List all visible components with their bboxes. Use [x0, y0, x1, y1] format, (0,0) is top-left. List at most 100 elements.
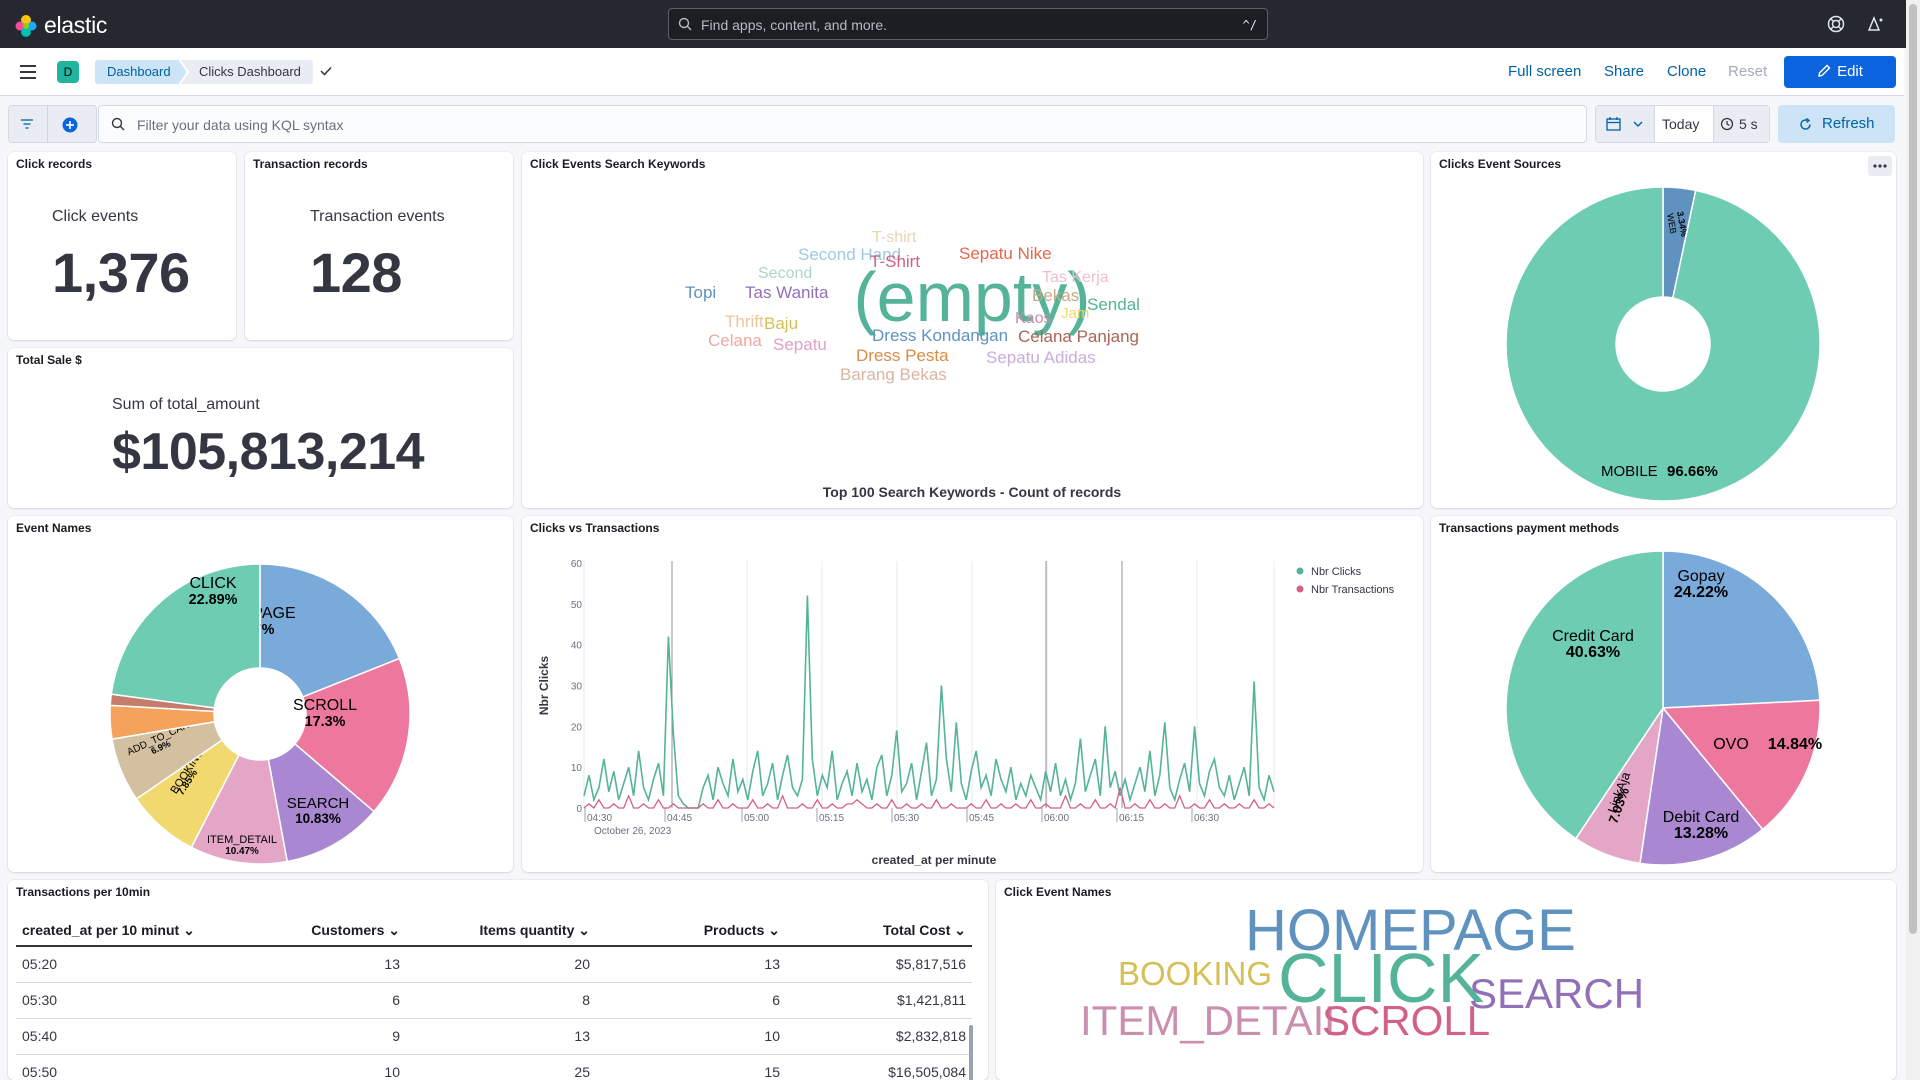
- cell-total-cost: $1,421,811: [786, 982, 972, 1019]
- global-search[interactable]: Find apps, content, and more. ^/: [668, 8, 1268, 40]
- metric-label: Transaction events: [310, 208, 445, 225]
- metric-label: Click events: [52, 208, 139, 225]
- date-range-label[interactable]: Today: [1662, 116, 1699, 132]
- filter-icon[interactable]: [20, 118, 34, 130]
- cell-time: 05:40: [16, 1018, 216, 1055]
- refresh-interval[interactable]: 5 s: [1713, 106, 1769, 142]
- series-line-0[interactable]: [583, 595, 1275, 809]
- slice-percent: 10.47%: [225, 846, 259, 857]
- brand-name: elastic: [44, 12, 108, 38]
- keyword-word: Sepatu Nike: [959, 244, 1052, 263]
- slice-label: ITEM_DETAIL: [207, 834, 277, 846]
- refresh-label: Refresh: [1822, 115, 1875, 132]
- keyword-word: Sepatu Adidas: [986, 348, 1096, 367]
- chevron-down-icon: ⌄: [388, 922, 400, 938]
- pie-slice[interactable]: [1505, 186, 1821, 502]
- keyword-word: Tas Kerja: [1042, 269, 1109, 286]
- page-scrollbar-thumb[interactable]: [1909, 4, 1917, 934]
- pie-slice[interactable]: [110, 563, 261, 709]
- keyword-word: T-Shirt: [870, 252, 920, 271]
- page-scrollbar[interactable]: [1906, 0, 1920, 1080]
- slice-label: Credit Card: [1552, 628, 1634, 645]
- newsfeed-icon[interactable]: [1866, 15, 1884, 33]
- table-row: 05:50 10 25 15 $16,505,084: [16, 1054, 972, 1080]
- help-icon[interactable]: [1827, 15, 1845, 33]
- slice-label: Debit Card: [1663, 809, 1739, 826]
- keyword-word: Thrift: [725, 312, 764, 331]
- filter-controls: [8, 105, 97, 143]
- cell-customers: 9: [216, 1018, 406, 1055]
- y-tick-label: 10: [571, 763, 583, 774]
- panel-clicks-vs-transactions: Clicks vs Transactions 0 10 20 30 40 50 60 04:3…: [522, 516, 1423, 872]
- cell-items: 13: [406, 1018, 596, 1055]
- space-avatar[interactable]: D: [57, 61, 79, 83]
- edit-button[interactable]: Edit: [1784, 56, 1896, 88]
- search-shortcut: ^/: [1242, 18, 1257, 32]
- slice-label: Gopay: [1677, 568, 1724, 585]
- keyword-word: Bekas: [1032, 286, 1079, 305]
- x-tick-label: 05:15: [819, 813, 844, 824]
- event-word: SCROLL: [1322, 997, 1490, 1044]
- refresh-button[interactable]: Refresh: [1778, 105, 1895, 143]
- x-tick-label: 06:30: [1194, 813, 1219, 824]
- chevron-down-icon: [1633, 121, 1643, 127]
- table-scrollbar[interactable]: [969, 1025, 973, 1080]
- x-tick-label: 05:00: [744, 813, 769, 824]
- keyword-cloud: (empty)T-shirtSecond HandT-Shirt Sepatu N…: [685, 229, 1140, 500]
- slice-percent: 17.3%: [305, 714, 346, 730]
- cell-customers: 6: [216, 982, 406, 1019]
- keyword-word: Baju: [764, 314, 798, 333]
- panel-tx-per-10min: Transactions per 10min created_at per 10…: [8, 880, 988, 1080]
- legend-label: Nbr Transactions: [1311, 584, 1395, 596]
- check-icon[interactable]: [318, 63, 334, 79]
- metric-label: Sum of total_amount: [112, 396, 260, 413]
- cell-time: 05:20: [16, 946, 216, 983]
- y-tick-label: 0: [576, 804, 582, 815]
- reset-button[interactable]: Reset: [1728, 63, 1767, 80]
- column-header-customers[interactable]: Customers ⌄: [216, 916, 406, 947]
- full-screen-button[interactable]: Full screen: [1508, 63, 1581, 80]
- column-header-total-cost[interactable]: Total Cost ⌄: [786, 916, 972, 947]
- add-filter-icon[interactable]: [62, 117, 78, 133]
- slice-label: MOBILE: [1601, 463, 1658, 480]
- elastic-logo[interactable]: elastic: [14, 12, 107, 39]
- panel-click-event-names: Click Event Names HOMEPAGE BOOKING CLICK SE…: [996, 880, 1896, 1080]
- legend-swatch: [1296, 567, 1304, 575]
- share-button[interactable]: Share: [1604, 63, 1644, 80]
- column-header-items-quantity[interactable]: Items quantity ⌄: [406, 916, 596, 947]
- panel-title: Click records: [16, 157, 93, 171]
- cell-total-cost: $5,817,516: [786, 946, 972, 983]
- event-names-donut: HOMEPAGE18.97%SCROLL17.3%SEARCH10.83%ITE…: [109, 563, 411, 865]
- table-row: 05:30 6 8 6 $1,421,811: [16, 982, 972, 1019]
- breadcrumb-dashboard[interactable]: Dashboard: [95, 60, 187, 84]
- tx-table: created_at per 10 minut ⌄ Customers ⌄ It…: [16, 916, 972, 1080]
- cloud-caption: Top 100 Search Keywords - Count of recor…: [823, 484, 1122, 500]
- y-tick-label: 50: [571, 600, 583, 611]
- x-axis-title: created_at per minute: [872, 853, 997, 867]
- x-tick-label: 04:45: [667, 813, 692, 824]
- slice-percent: 10.83%: [295, 811, 341, 826]
- slice-label: SEARCH: [287, 795, 350, 812]
- chevron-down-icon: ⌄: [768, 922, 780, 938]
- slice-percent: 13.28%: [1674, 825, 1728, 842]
- column-header-products[interactable]: Products ⌄: [596, 916, 786, 947]
- x-tick-label: 05:45: [969, 813, 994, 824]
- clone-button[interactable]: Clone: [1667, 63, 1706, 80]
- chevron-down-icon: ⌄: [954, 922, 966, 938]
- keyword-word: Sepatu: [773, 335, 827, 354]
- y-tick-label: 40: [571, 641, 583, 652]
- kql-search-input[interactable]: Filter your data using KQL syntax: [98, 105, 1587, 143]
- payment-pie: Gopay24.22%OVO 14.84%Debit Card13.28%Link…: [1505, 550, 1822, 866]
- keyword-word: Barang Bekas: [840, 365, 947, 384]
- keyword-word: Second: [758, 265, 812, 282]
- breadcrumb-current: Clicks Dashboard: [181, 60, 313, 84]
- date-quick-menu[interactable]: [1596, 106, 1655, 142]
- keyword-word: Kaos: [1015, 310, 1051, 327]
- column-header-created-at[interactable]: created_at per 10 minut ⌄: [16, 916, 216, 947]
- slice-label: SCROLL: [293, 697, 357, 714]
- panel-title: Total Sale $: [16, 353, 82, 367]
- keyword-word: T-shirt: [872, 229, 917, 246]
- table-header-row: created_at per 10 minut ⌄ Customers ⌄ It…: [16, 916, 972, 947]
- keyword-word: Celana: [708, 331, 762, 350]
- menu-icon[interactable]: [20, 65, 36, 79]
